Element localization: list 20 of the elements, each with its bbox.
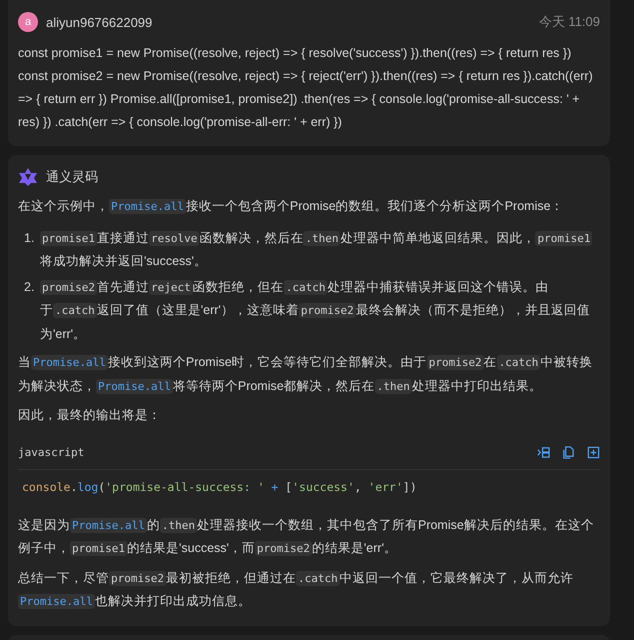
paragraph: 总结一下，尽管 promise2 最初被拒绝，但通过在 .catch 中返回一个值，它最终解决了，从而允许 Promise.all 也解决并打印出成功信息。: [18, 570, 575, 611]
paragraph: 因此，最终的输出将是：: [18, 407, 162, 424]
list-number: 2.: [24, 278, 36, 296]
paragraph: 这是因为 Promise.all 的 .then 处理器接收一个数组，其中包含了所有Promise解决后的结果。在这个例子中， promise1 的结果是'success'，而 promise2 的结果是'err'。: [18, 516, 595, 558]
paragraph: 在这个示例中， Promise.all 接收一个包含两个Promise的数组。我们逐个分析这两个Promise：: [18, 198, 565, 216]
message-text: const promise1 = new Promise((resolve, reject) => { resolve('success') }).then((res) => { return res }) const promise2 = new Promise((resolve, reject) => { reject('err') }).then((res) => { return res }).catch((err) => { return err }) Promise.all([promise1, promise2]) .then(res => { console.log('promise-all-success: ' + res) }) .catch(err => { console.log('promise-all-err: ' + err) }): [18, 45, 594, 131]
username: aliyun9676622099: [46, 14, 152, 30]
code-line: console.log('promise-all-success: ' + ['success', 'err']): [21, 478, 418, 496]
new-file-icon[interactable]: [587, 446, 600, 459]
user-avatar: a: [18, 12, 38, 32]
assistant-logo-icon: [18, 167, 38, 187]
insert-icon[interactable]: [537, 446, 550, 459]
paragraph: 当 Promise.all 接收到这两个Promise时，它会等待它们全部解决。由于 promise2 在 .catch 中被转换为解决状态， Promise.all 将等待两个Promise都解决，然后在 .then 处理器中打印出结果。: [18, 354, 594, 396]
list-number: 1.: [24, 230, 36, 246]
copy-icon[interactable]: [562, 446, 575, 459]
assistant-name: 通义灵码: [46, 168, 98, 186]
list-item-text: promise1 直接通过 resolve 函数解决，然后在 .then 处理器中简单地返回结果。因此， promise1 将成功解决并返回'success'。: [40, 230, 594, 270]
message-time: 今天 11:09: [538, 13, 600, 31]
list-item-text: promise2 首先通过 reject 函数拒绝，但在 .catch 处理器中捕获错误并返回这个错误。由于 .catch 返回了值（这里是'err'），这意味着 promise2 最终会解决（而不是拒绝），并且返回值为'err'。: [40, 278, 591, 342]
code-language: javascript: [18, 446, 84, 459]
